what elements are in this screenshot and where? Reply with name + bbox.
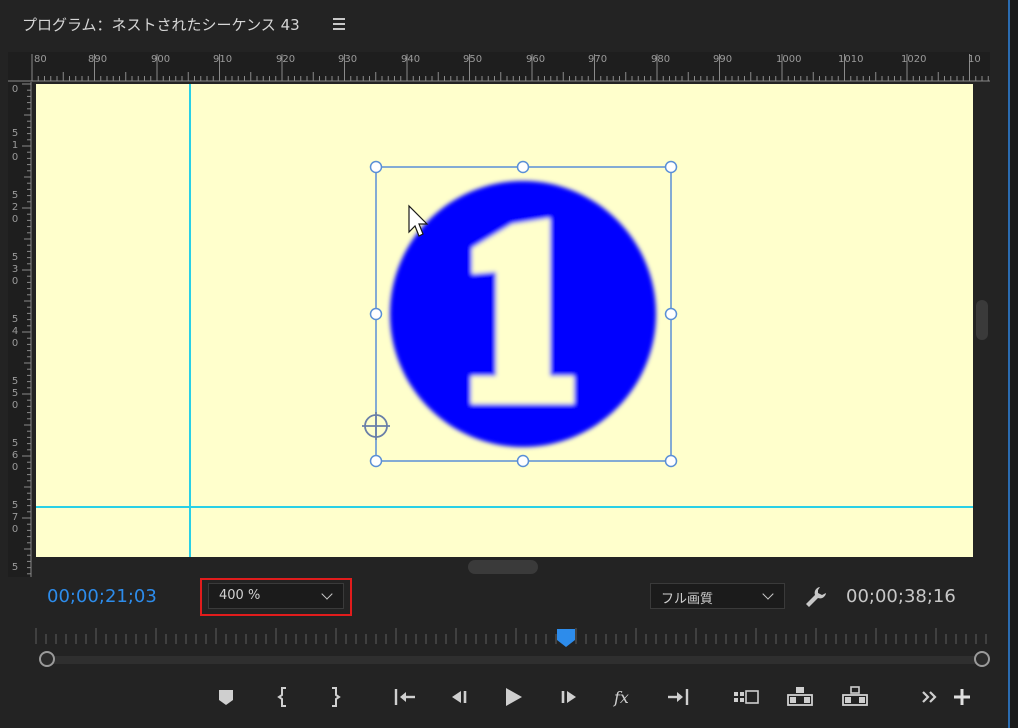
ruler-label: 900 [151,54,171,65]
ruler-label: 570 [11,500,19,535]
wrench-icon[interactable] [803,584,829,610]
step-forward-icon[interactable] [554,683,584,711]
ruler-label: 5 [11,562,19,573]
ruler-label: 950 [463,54,483,65]
ruler-label: 80 [34,54,47,65]
viewport-overlay [362,160,678,468]
mark-in-icon[interactable] [269,683,299,711]
resize-handle-top[interactable] [516,160,530,174]
ruler-label: 530 [11,252,19,287]
mini-timeline-ruler[interactable] [30,624,990,650]
ruler-label: 990 [713,54,733,65]
ruler-label: 970 [588,54,608,65]
zoom-level-value: 400 % [219,588,261,603]
vertical-scrollbar[interactable] [976,300,988,340]
resize-handle-right[interactable] [664,307,678,321]
lift-icon[interactable] [785,683,815,711]
ruler-label: 910 [213,54,233,65]
mini-timeline-track[interactable] [46,656,983,664]
fx-icon[interactable]: fx [608,683,638,711]
vertical-ruler[interactable]: 0 510 520 530 540 550 560 570 5 [8,82,32,577]
ruler-label: 980 [651,54,671,65]
horizontal-ruler[interactable]: 80 890 900 910 920 930 940 950 960 970 9… [8,52,990,82]
ruler-label: 10 [968,54,981,65]
horizontal-scrollbar[interactable] [468,560,538,574]
resize-handle-bottom-right[interactable] [664,454,678,468]
extract-icon[interactable] [840,683,870,711]
range-end-handle[interactable] [974,651,990,667]
resize-handle-top-left[interactable] [369,160,383,174]
ruler-label: 560 [11,438,19,473]
anchor-point-icon[interactable] [362,412,390,440]
panel-header: プログラム：ネストされたシーケンス 43 [0,0,1018,50]
range-start-handle[interactable] [39,651,55,667]
current-timecode[interactable]: 00;00;21;03 [47,586,157,607]
number-one-badge-icon[interactable] [390,181,656,447]
ruler-label: 890 [88,54,108,65]
plus-icon[interactable] [947,683,977,711]
more-icon[interactable] [916,683,946,711]
ruler-label: 920 [276,54,296,65]
hamburger-icon[interactable] [331,14,347,32]
duration-timecode: 00;00;38;16 [846,586,956,607]
resize-handle-top-right[interactable] [664,160,678,174]
resize-handle-left[interactable] [369,307,383,321]
go-to-in-icon[interactable] [390,683,420,711]
ruler-label: 1000 [776,54,802,65]
ruler-label: 1010 [838,54,864,65]
mark-out-icon[interactable] [319,683,349,711]
playhead-icon[interactable] [556,628,576,648]
ruler-label: 510 [11,128,19,163]
step-back-icon[interactable] [444,683,474,711]
ruler-label: 540 [11,314,19,349]
chevron-down-icon [321,588,333,600]
ruler-label: 0 [11,84,19,95]
chevron-down-icon [762,588,774,600]
playback-quality-dropdown[interactable]: フル画質 [650,583,785,609]
marker-icon[interactable] [211,683,241,711]
program-monitor-panel: プログラム：ネストされたシーケンス 43 80 890 900 910 920 … [0,0,1018,728]
ruler-label: 940 [401,54,421,65]
resize-handle-bottom[interactable] [516,454,530,468]
go-to-out-icon[interactable] [663,683,693,711]
ruler-label: 520 [11,190,19,225]
ruler-label: 550 [11,376,19,411]
playback-quality-value: フル画質 [661,592,714,607]
play-icon[interactable] [498,683,528,711]
panel-title: プログラム：ネストされたシーケンス 43 [22,16,300,34]
program-viewport[interactable] [36,84,973,557]
resize-handle-bottom-left[interactable] [369,454,383,468]
ruler-label: 930 [338,54,358,65]
ruler-label: 1020 [901,54,927,65]
svg-text:fx: fx [613,688,629,707]
comparison-view-icon[interactable] [731,683,761,711]
panel-border [1008,0,1018,728]
ruler-label: 960 [526,54,546,65]
zoom-level-dropdown[interactable]: 400 % [208,583,344,609]
